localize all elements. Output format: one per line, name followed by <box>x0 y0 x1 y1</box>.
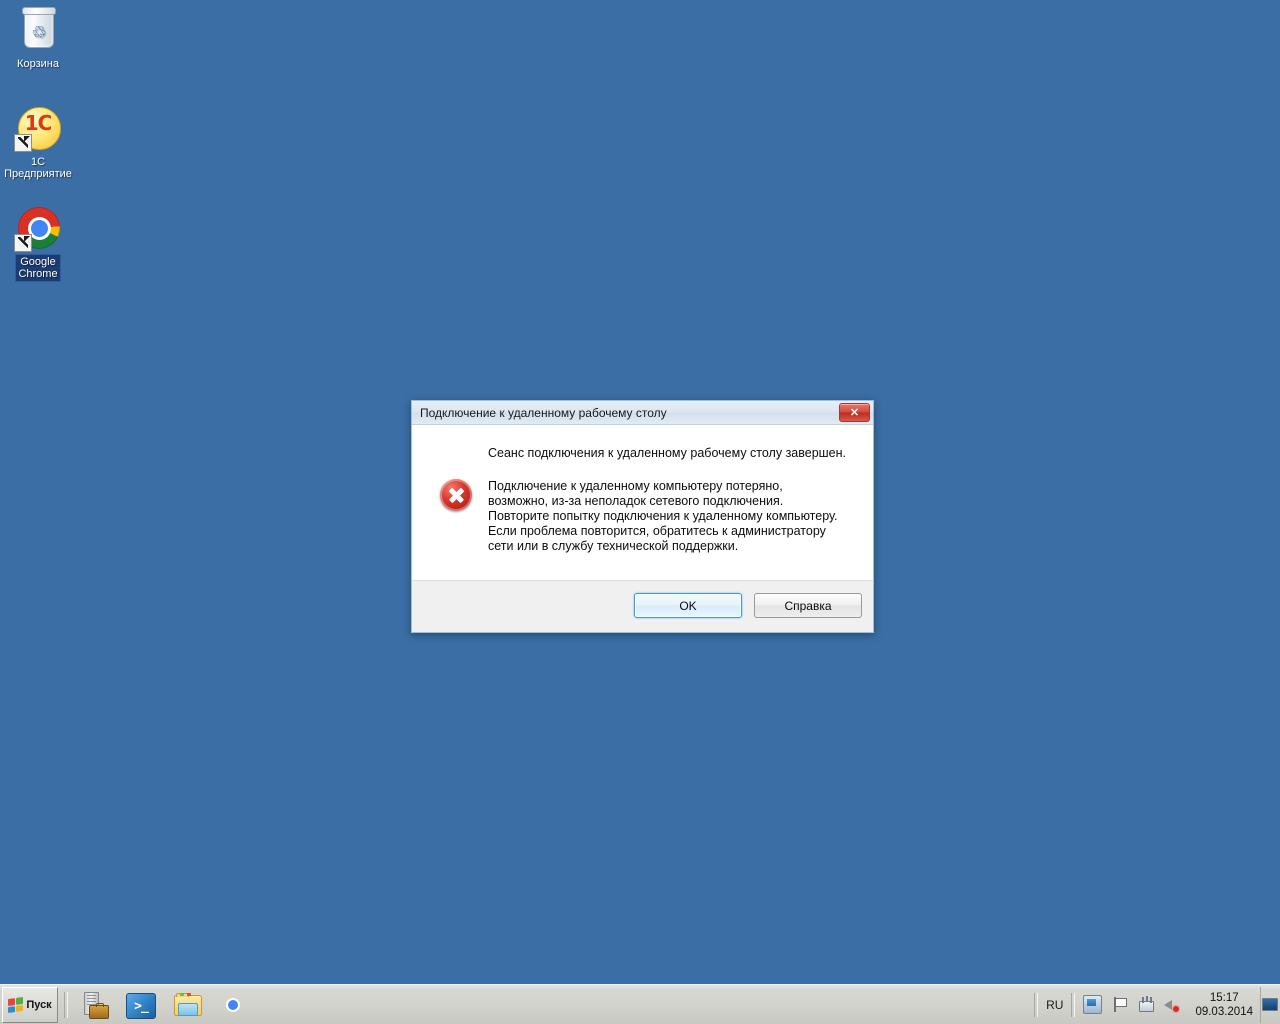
dialog-button-bar: OK Справка <box>412 581 873 630</box>
close-icon[interactable]: ✕ <box>839 403 870 422</box>
quick-launch-bar[interactable]: >_ <box>74 990 248 1020</box>
shortcut-arrow-icon <box>14 134 32 152</box>
language-indicator[interactable]: RU <box>1038 998 1071 1012</box>
flag-icon[interactable] <box>1111 996 1128 1013</box>
desktop-icon-label: Google Chrome <box>16 255 60 281</box>
powershell-icon[interactable]: >_ <box>126 993 156 1019</box>
remote-desktop-disconnect-dialog[interactable]: Подключение к удаленному рабочему столу … <box>411 400 874 633</box>
dialog-content: Сеанс подключения к удаленному рабочему … <box>412 425 873 581</box>
tray-icon-group[interactable] <box>1075 995 1188 1014</box>
folder-icon[interactable] <box>172 990 202 1020</box>
recycle-bin-icon: ♲ <box>14 6 62 54</box>
taskbar-separator <box>64 991 68 1018</box>
desktop-icon-google-chrome[interactable]: Google Chrome <box>0 204 76 281</box>
clock-date: 09.03.2014 <box>1195 1005 1253 1018</box>
desktop-icon-label: Корзина <box>17 58 59 70</box>
dialog-body-text: Подключение к удаленному компьютеру поте… <box>488 479 838 553</box>
1c-logo-text: 1C <box>24 111 53 135</box>
clock-time: 15:17 <box>1209 991 1239 1004</box>
desktop-icon-recycle-bin[interactable]: ♲ Корзина <box>0 6 76 71</box>
network-connection-icon[interactable] <box>1137 996 1155 1013</box>
1c-icon: 1C <box>14 104 62 152</box>
error-icon <box>440 479 472 511</box>
start-button[interactable]: Пуск <box>2 986 58 1023</box>
shortcut-arrow-icon <box>14 234 32 252</box>
show-desktop-icon[interactable] <box>1260 986 1279 1023</box>
ok-button[interactable]: OK <box>634 593 742 618</box>
desktop-icon-1c-enterprise[interactable]: 1C 1C Предприятие <box>0 104 76 181</box>
clock[interactable]: 15:17 09.03.2014 <box>1188 991 1260 1019</box>
chrome-icon <box>14 204 62 252</box>
start-button-label: Пуск <box>26 998 52 1011</box>
dialog-titlebar[interactable]: Подключение к удаленному рабочему столу … <box>412 401 873 425</box>
desktop-icon-label: 1C Предприятие <box>4 156 72 180</box>
taskbar[interactable]: Пуск >_ RU 15:17 09.03.2014 <box>0 984 1280 1024</box>
network-status-icon[interactable] <box>1083 995 1103 1014</box>
system-tray[interactable]: RU 15:17 09.03.2014 <box>1034 985 1280 1024</box>
speaker-muted-icon[interactable] <box>1163 996 1181 1013</box>
dialog-message-column: Сеанс подключения к удаленному рабочему … <box>488 443 853 554</box>
recycle-symbol: ♲ <box>31 23 47 42</box>
windows-logo-icon <box>8 996 24 1013</box>
help-button[interactable]: Справка <box>754 593 862 618</box>
dialog-heading: Сеанс подключения к удаленному рабочему … <box>488 446 847 460</box>
dialog-title: Подключение к удаленному рабочему столу <box>420 405 667 420</box>
chrome-icon[interactable] <box>218 990 248 1020</box>
server-manager-icon[interactable] <box>80 990 110 1020</box>
